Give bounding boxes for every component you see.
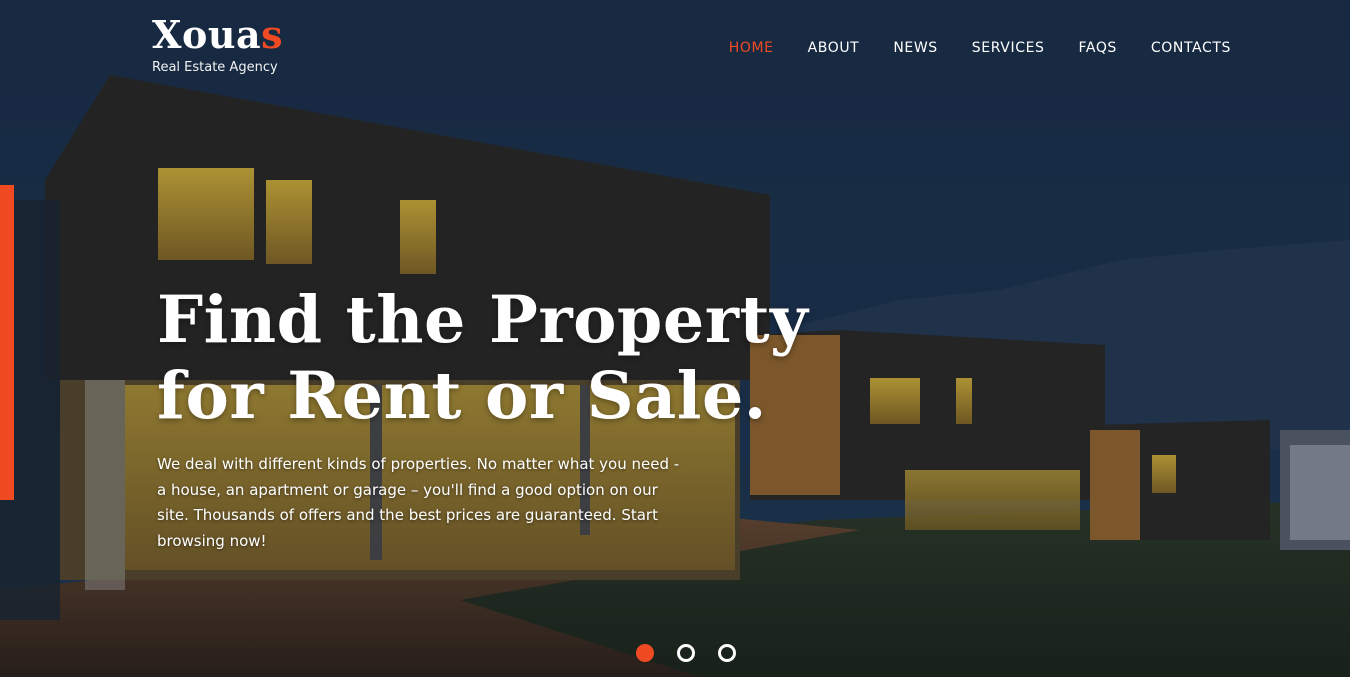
- nav-item-about[interactable]: ABOUT: [808, 40, 860, 56]
- nav-item-news[interactable]: NEWS: [893, 40, 937, 56]
- nav-item-contacts[interactable]: CONTACTS: [1151, 40, 1231, 56]
- hero-headline-line2: for Rent or Sale.: [157, 358, 767, 434]
- slider-pagination: [636, 644, 759, 662]
- nav-item-services[interactable]: SERVICES: [972, 40, 1045, 56]
- hero-headline-line1: Find the Property: [157, 282, 809, 358]
- nav-item-home[interactable]: HOME: [729, 40, 774, 56]
- slider-dot-3[interactable]: [718, 644, 736, 662]
- hero-section: Xouas Real Estate Agency HOME ABOUT NEWS…: [0, 0, 1350, 677]
- hero-headline: Find the Property for Rent or Sale.: [157, 282, 808, 434]
- slider-dot-1[interactable]: [636, 644, 654, 662]
- brand-name-main: Xoua: [152, 12, 262, 57]
- main-nav: HOME ABOUT NEWS SERVICES FAQS CONTACTS: [695, 40, 1231, 56]
- slider-dot-2[interactable]: [677, 644, 695, 662]
- brand-name-accent: s: [261, 12, 283, 57]
- left-accent-bar: [0, 185, 14, 500]
- nav-item-faqs[interactable]: FAQS: [1079, 40, 1117, 56]
- hero-lead-text: We deal with different kinds of properti…: [157, 455, 680, 550]
- brand-logo[interactable]: Xouas Real Estate Agency: [152, 12, 283, 75]
- brand-wordmark: Xouas: [152, 12, 283, 58]
- brand-tagline: Real Estate Agency: [152, 60, 278, 75]
